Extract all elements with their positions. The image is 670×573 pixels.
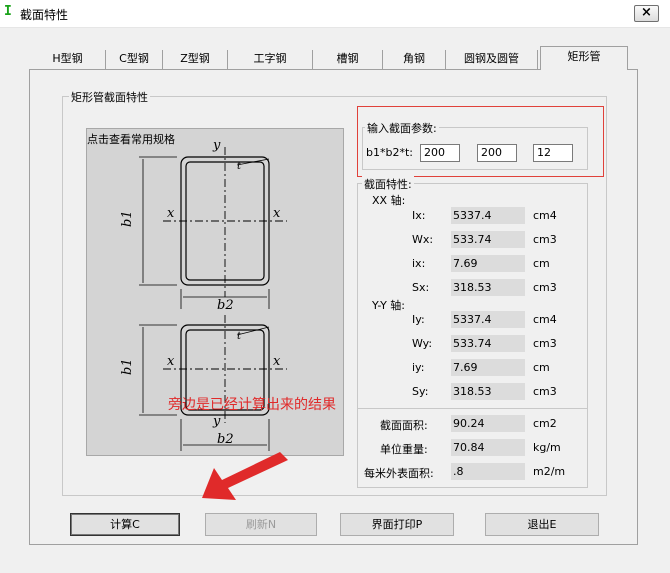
exit-button[interactable]: 退出E xyxy=(485,513,599,536)
tab-h-steel[interactable]: H型钢 xyxy=(30,50,106,70)
t-label-bottom: t xyxy=(237,331,242,342)
surface-area-label: 每米外表面积: xyxy=(364,467,434,480)
b1-label-top: b1 xyxy=(120,210,135,227)
area-value: 90.24 xyxy=(451,415,525,432)
tab-i-beam[interactable]: 工字钢 xyxy=(228,50,313,70)
weight-label: 单位重量: xyxy=(380,443,428,456)
ix-value: 5337.4 xyxy=(451,207,525,224)
sy-label: Sy: xyxy=(412,385,429,398)
tab-z-steel[interactable]: Z型钢 xyxy=(163,50,228,70)
wx-value: 533.74 xyxy=(451,231,525,248)
surface-area-value: .8 xyxy=(451,463,525,480)
refresh-button[interactable]: 刷新N xyxy=(205,513,317,536)
app-icon: I xyxy=(4,4,12,19)
radius-x-unit: cm xyxy=(533,257,550,270)
input-group-title: 输入截面参数: xyxy=(365,120,439,136)
tab-channel[interactable]: 槽钢 xyxy=(313,50,383,70)
tab-rect-tube[interactable]: 矩形管 xyxy=(540,46,628,70)
tab-angle[interactable]: 角钢 xyxy=(383,50,446,70)
tab-c-steel[interactable]: C型钢 xyxy=(106,50,163,70)
sx-label: Sx: xyxy=(412,281,430,294)
wx-label: Wx: xyxy=(412,233,434,246)
b2-label-bottom: b2 xyxy=(217,432,234,447)
iy-label: Iy: xyxy=(412,313,425,326)
b2-label-top: b2 xyxy=(217,298,234,313)
yy-axis-label: Y-Y 轴: xyxy=(372,299,405,312)
weight-unit: kg/m xyxy=(533,441,561,454)
wy-unit: cm3 xyxy=(533,337,557,350)
iy-value: 5337.4 xyxy=(451,311,525,328)
sy-unit: cm3 xyxy=(533,385,557,398)
calculate-button[interactable]: 计算C xyxy=(70,513,180,536)
b1-input[interactable]: 200 xyxy=(420,144,460,162)
x-axis-label-left-top: x xyxy=(167,206,175,221)
radius-x-label: ix: xyxy=(412,257,426,270)
wy-value: 533.74 xyxy=(451,335,525,352)
t-input[interactable]: 12 xyxy=(533,144,573,162)
b1b2t-label: b1*b2*t: xyxy=(366,146,413,159)
xx-axis-label: XX 轴: xyxy=(372,194,406,207)
b1-label-bottom: b1 xyxy=(120,358,135,375)
y-axis-label-top: y xyxy=(212,138,221,153)
wy-label: Wy: xyxy=(412,337,433,350)
radius-y-unit: cm xyxy=(533,361,550,374)
weight-value: 70.84 xyxy=(451,439,525,456)
ix-unit: cm4 xyxy=(533,209,557,222)
b2-input[interactable]: 200 xyxy=(477,144,517,162)
radius-y-value: 7.69 xyxy=(451,359,525,376)
sx-unit: cm3 xyxy=(533,281,557,294)
surface-area-unit: m2/m xyxy=(533,465,566,478)
area-unit: cm2 xyxy=(533,417,557,430)
print-button[interactable]: 界面打印P xyxy=(340,513,454,536)
tab-round-tube[interactable]: 圆钢及圆管 xyxy=(446,50,538,70)
close-button[interactable]: × xyxy=(634,5,659,22)
annotation-text: 旁边是已经计算出来的结果 xyxy=(168,397,336,413)
x-axis-label-left-bottom: x xyxy=(167,354,175,369)
x-axis-label-right-top: x xyxy=(273,206,281,221)
radius-x-value: 7.69 xyxy=(451,255,525,272)
window-title: 截面特性 xyxy=(20,8,69,22)
sx-value: 318.53 xyxy=(451,279,525,296)
x-axis-label-right-bottom: x xyxy=(273,354,281,369)
iy-unit: cm4 xyxy=(533,313,557,326)
title-bar: I 截面特性 × xyxy=(0,0,670,28)
section-group-title: 矩形管截面特性 xyxy=(69,89,150,105)
ix-label: Ix: xyxy=(412,209,426,222)
divider xyxy=(358,408,587,409)
properties-group-title: 截面特性: xyxy=(362,176,414,192)
sy-value: 318.53 xyxy=(451,383,525,400)
wx-unit: cm3 xyxy=(533,233,557,246)
y-axis-label-bottom: y xyxy=(212,414,221,429)
radius-y-label: iy: xyxy=(412,361,425,374)
t-label-top: t xyxy=(237,161,242,172)
area-label: 截面面积: xyxy=(380,419,428,432)
